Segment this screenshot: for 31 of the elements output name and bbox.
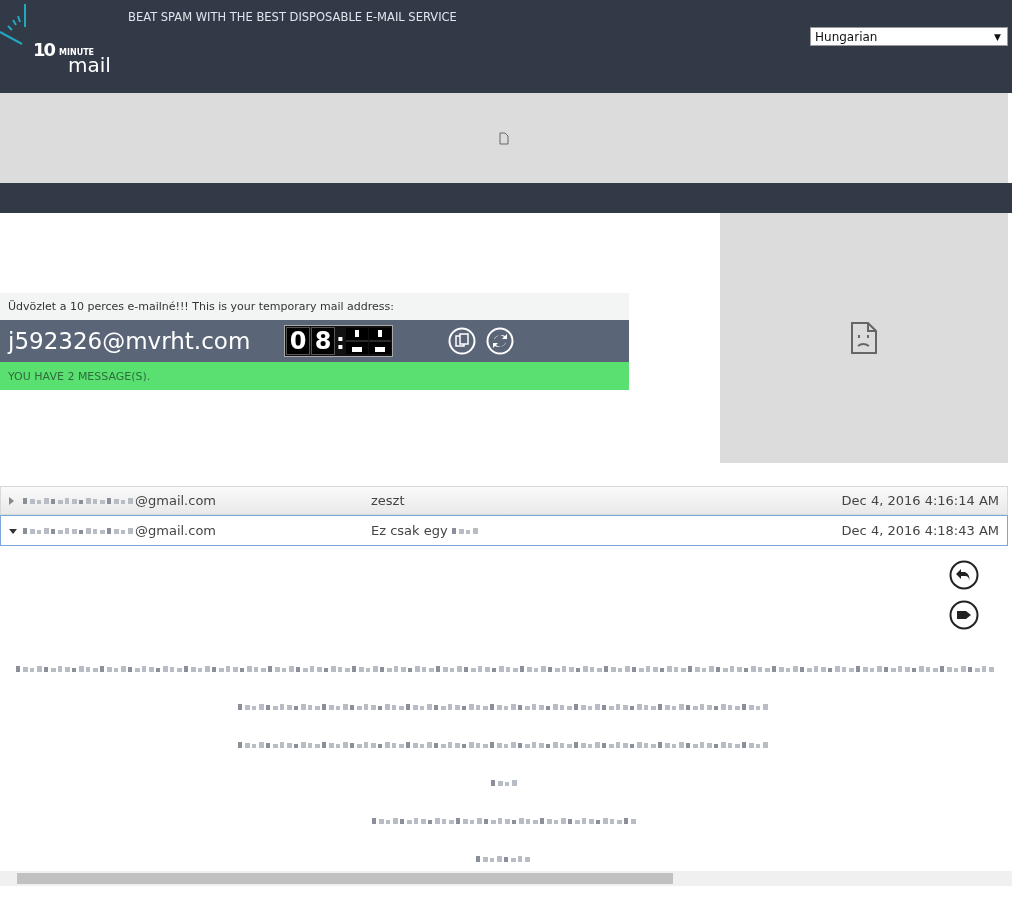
message-count-bar: YOU HAVE 2 MESSAGE(S). (0, 362, 629, 390)
email-address: j592326@mvrht.com (8, 328, 252, 354)
flip-digit-icon (345, 328, 368, 354)
tagline: BEAT SPAM WITH THE BEST DISPOSABLE E-MAIL SERVICE (128, 10, 457, 24)
copy-icon[interactable] (447, 327, 476, 355)
timer-digit: 8 (311, 327, 335, 355)
reply-icon[interactable] (949, 560, 979, 590)
collapse-caret-icon (9, 529, 17, 535)
forward-icon[interactable] (949, 600, 979, 630)
timer-digit: 0 (286, 327, 310, 355)
redacted-text-drawing (451, 525, 480, 536)
flip-digit-icon (368, 328, 391, 354)
horizontal-scrollbar[interactable] (0, 871, 1012, 886)
refresh-icon[interactable] (485, 327, 514, 355)
gauge-icon (0, 3, 26, 45)
logo-number: 10 (33, 39, 55, 60)
sender-email: @gmail.com (135, 493, 216, 508)
broken-image-icon (499, 131, 509, 145)
expand-caret-icon (9, 497, 15, 505)
language-select[interactable]: Hungarian ▼ (810, 27, 1008, 46)
message-row[interactable]: @gmail.com Ez csak egy Dec 4, 2016 4:18:43 AM (0, 515, 1008, 546)
message-date: Dec 4, 2016 4:18:43 AM (841, 523, 999, 538)
logo-word: MINUTE (59, 48, 95, 57)
message-row[interactable]: @gmail.com zeszt Dec 4, 2016 4:16:14 AM (0, 486, 1008, 515)
message-subject: zeszt (371, 493, 405, 508)
greeting-text: Üdvözlet a 10 perces e-mailné!!! This is your temporary mail address: (0, 293, 629, 320)
message-date: Dec 4, 2016 4:16:14 AM (841, 493, 999, 508)
sad-document-icon (850, 321, 878, 355)
timer-separator: : (336, 328, 345, 354)
sender-email: @gmail.com (135, 523, 216, 538)
message-subject: Ez csak egy (371, 523, 448, 538)
